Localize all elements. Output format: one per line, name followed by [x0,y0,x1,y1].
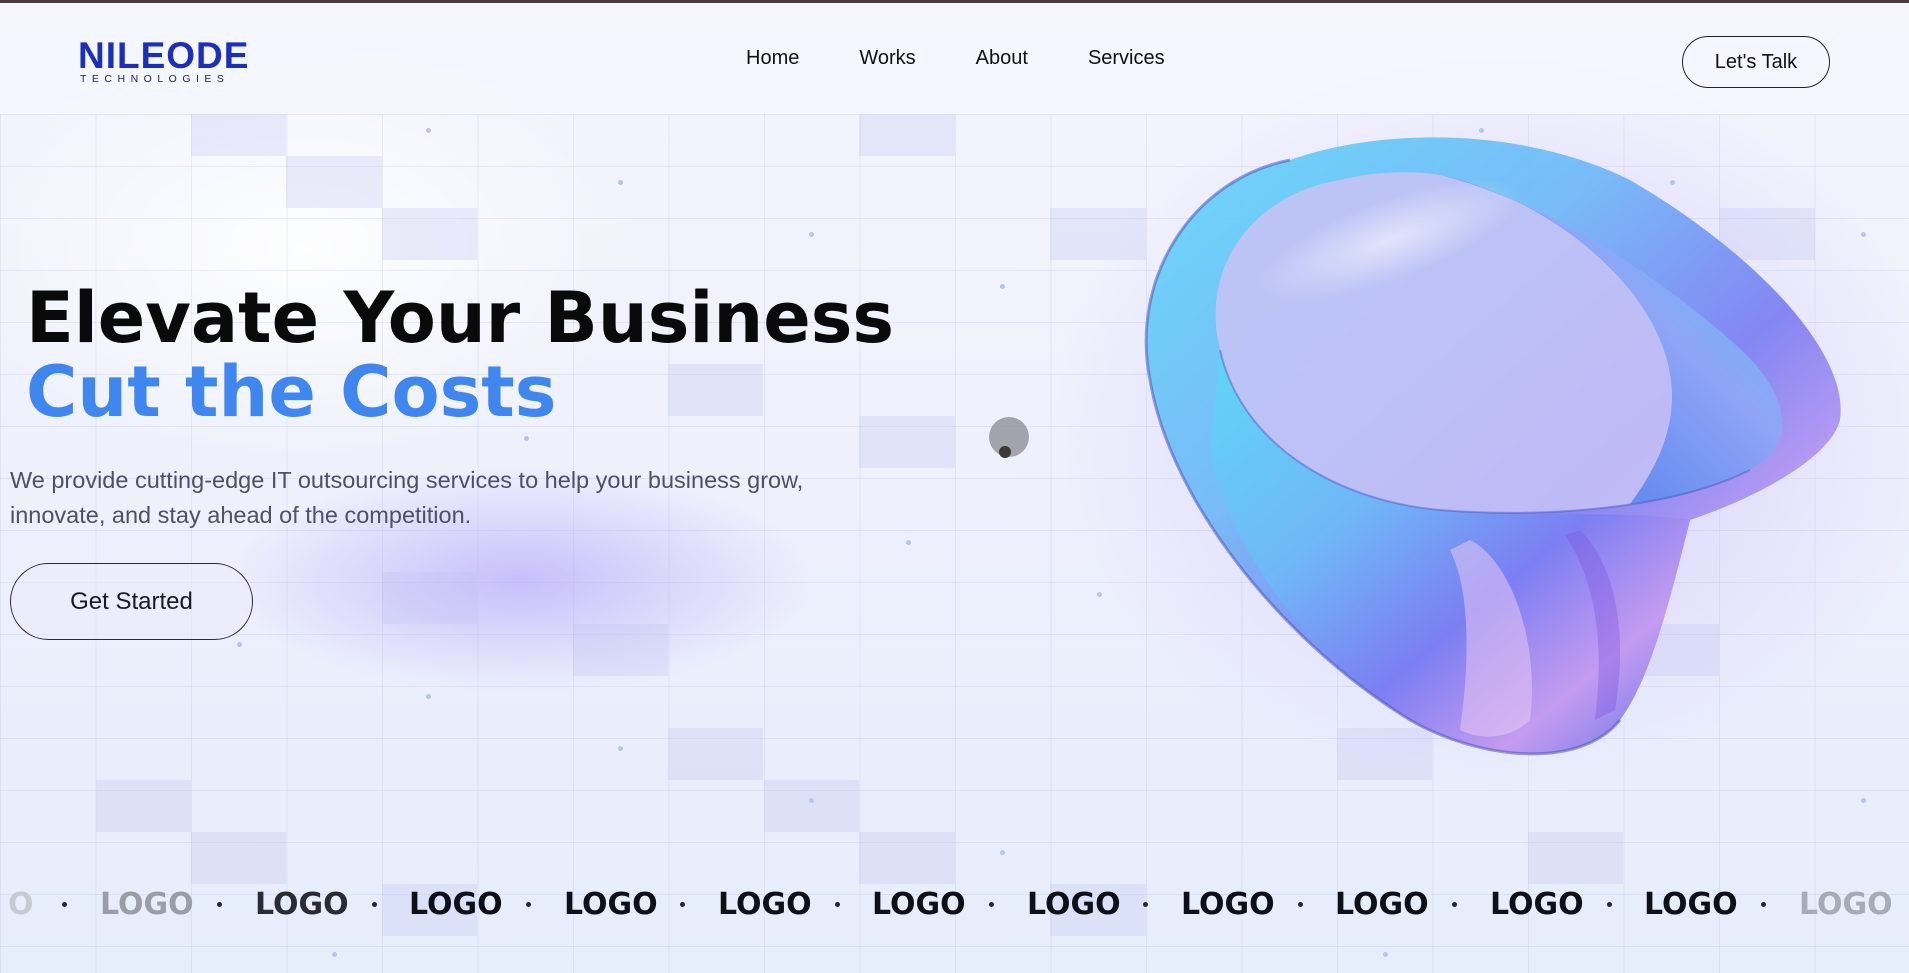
client-logo: LOGO [409,887,503,922]
client-logo: LOGO [1181,887,1275,922]
hero-description: We provide cutting-edge IT outsourcing s… [10,467,804,528]
cursor-follower-dot [999,446,1011,458]
client-logo: LOGO [255,887,349,922]
lets-talk-button[interactable]: Let's Talk [1682,36,1830,88]
brand-name: NILEODE [78,35,250,76]
client-logo-strip: O LOGO LOGO LOGO LOGO LOGO LOGO LOGO LOG… [0,880,1909,930]
hero-title: Elevate Your Business [26,277,895,359]
page-background: NILEODE TECHNOLOGIES Home Works About Se… [0,0,1909,973]
nav-works-link[interactable]: Works [859,47,915,70]
client-logo: LOGO [1335,887,1429,922]
nav-home-link[interactable]: Home [746,47,799,70]
client-logo: LOGO [718,887,812,922]
client-logo: LOGO [1644,887,1738,922]
site-header: NILEODE TECHNOLOGIES Home Works About Se… [0,3,1909,114]
main-nav: Home Works About Services [746,47,1225,70]
client-logo: LOGO [1799,887,1893,922]
client-logo: O [8,887,34,922]
client-logo: LOGO [872,887,966,922]
brand-logo[interactable]: NILEODE TECHNOLOGIES [78,37,256,87]
client-logo: LOGO [1490,887,1584,922]
client-logo: LOGO [564,887,658,922]
hero-subtitle: Cut the Costs [26,351,557,433]
nav-about-link[interactable]: About [976,47,1028,70]
get-started-button[interactable]: Get Started [10,563,253,640]
client-logo: LOGO [1027,887,1121,922]
nav-services-link[interactable]: Services [1088,47,1165,70]
iridescent-ring-icon [1144,137,1841,756]
client-logo: LOGO [100,887,194,922]
